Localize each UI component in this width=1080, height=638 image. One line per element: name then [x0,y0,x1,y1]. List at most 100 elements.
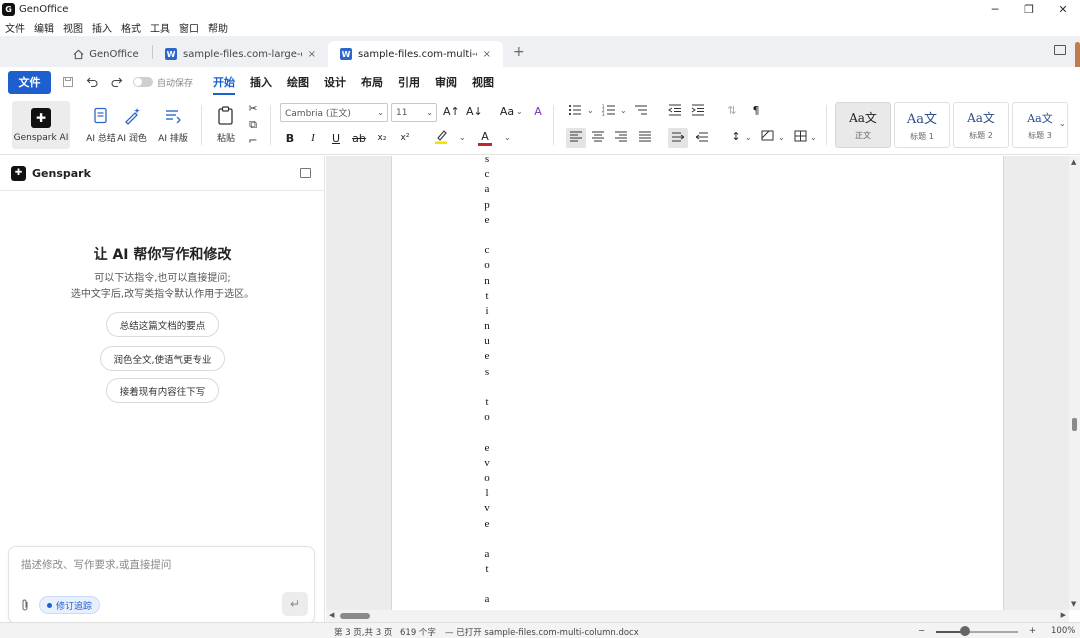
document-canvas[interactable]: scapecontinuestoevolveata [326,156,1069,610]
font-color-button[interactable]: A [478,130,492,146]
ribbon-tab-layout[interactable]: 布局 [361,74,383,90]
chevron-down-icon[interactable]: ⌄ [516,107,523,116]
style-heading-2[interactable]: Aa文 标题 2 [953,102,1009,148]
chevron-down-icon[interactable]: ⌄ [459,133,466,142]
file-button[interactable]: 文件 [8,70,51,94]
ribbon-tab-review[interactable]: 审阅 [435,74,457,90]
chevron-down-icon[interactable]: ⌄ [587,106,594,115]
cut-icon[interactable]: ✂ [245,102,261,115]
scroll-right-icon[interactable]: ▶ [1061,611,1066,619]
tab-close-icon[interactable]: × [308,49,316,60]
zoom-in-button[interactable]: + [1029,626,1036,636]
menu-insert[interactable]: 插入 [92,20,112,35]
ribbon-tab-insert[interactable]: 插入 [250,74,272,90]
undo-icon[interactable] [85,75,99,89]
superscript-button[interactable]: x² [397,133,413,143]
strikethrough-button[interactable]: ab [351,132,367,145]
menu-view[interactable]: 视图 [63,20,83,35]
bold-button[interactable]: B [282,132,298,145]
chevron-down-icon[interactable]: ⌄ [778,133,785,142]
ltr-direction-button[interactable] [668,128,688,148]
scroll-left-icon[interactable]: ◀ [329,611,334,619]
style-normal[interactable]: Aa文 正文 [835,102,891,148]
chevron-down-icon[interactable]: ⌄ [504,133,511,142]
copy-icon[interactable]: ⧉ [245,118,261,132]
save-icon[interactable] [61,75,75,89]
show-formatting-icon[interactable]: ¶ [748,104,764,117]
shading-icon[interactable] [759,130,775,144]
multilevel-list-icon[interactable] [633,104,649,119]
zoom-slider-handle[interactable] [959,626,970,636]
ai-layout-button[interactable]: AI 排版 [144,101,202,149]
minimize-button[interactable]: ─ [978,0,1012,18]
ribbon-tab-draw[interactable]: 绘图 [287,74,309,90]
highlighter-icon[interactable] [433,128,449,147]
change-case-icon[interactable]: Aa [499,105,515,118]
chevron-down-icon[interactable]: ⌄ [745,133,752,142]
clear-format-icon[interactable]: A [530,105,546,118]
font-name-select[interactable]: Cambria (正文) ⌄ [280,103,388,122]
new-tab-button[interactable]: + [513,44,525,60]
suggestion-chip-continue[interactable]: 接着现有内容往下写 [106,378,219,403]
shrink-font-icon[interactable]: A↓ [466,105,483,118]
font-size-select[interactable]: 11 ⌄ [391,103,437,122]
subscript-button[interactable]: x₂ [374,133,390,143]
italic-button[interactable]: I [305,132,321,144]
menu-file[interactable]: 文件 [5,20,25,35]
menu-tools[interactable]: 工具 [150,20,170,35]
restore-button[interactable]: ❐ [1012,0,1046,18]
close-button[interactable]: ✕ [1046,0,1080,18]
ribbon-tab-references[interactable]: 引用 [398,74,420,90]
menu-edit[interactable]: 编辑 [34,20,54,35]
ribbon-tab-view[interactable]: 视图 [472,74,494,90]
track-changes-toggle[interactable]: 修订追踪 [39,596,101,614]
zoom-slider[interactable] [936,631,1018,633]
scroll-down-icon[interactable]: ▼ [1071,600,1076,608]
suggestion-chip-polish[interactable]: 润色全文,使语气更专业 [100,346,225,371]
format-painter-icon[interactable]: ⌐ [245,134,261,147]
justify-button[interactable] [637,131,653,145]
ribbon-tab-home[interactable]: 开始 [213,74,236,95]
grow-font-icon[interactable]: A↑ [443,105,460,118]
suggestion-chip-summarize[interactable]: 总结这篇文档的要点 [106,312,219,337]
ribbon-tab-design[interactable]: 设计 [324,74,346,90]
tab-close-icon[interactable]: × [483,49,491,60]
prompt-input-box[interactable]: 描述修改、写作要求,或直接提问 修订追踪 ↵ [8,546,315,624]
align-center-button[interactable] [590,131,606,145]
vertical-scrollbar[interactable]: ▲ ▼ [1069,156,1080,610]
scroll-up-icon[interactable]: ▲ [1071,158,1076,166]
document-page[interactable]: scapecontinuestoevolveata [391,156,1004,610]
horizontal-scrollbar[interactable]: ◀ ▶ [326,610,1069,622]
bullet-list-icon[interactable] [567,104,583,119]
line-spacing-icon[interactable]: ↕ [728,130,744,143]
vertical-scroll-thumb[interactable] [1072,418,1077,431]
align-right-button[interactable] [613,131,629,145]
autosave-toggle[interactable] [133,77,153,87]
increase-indent-icon[interactable] [690,104,706,119]
sort-icon[interactable]: ⇅ [724,104,740,117]
panel-toggle-icon[interactable] [1054,45,1066,55]
borders-icon[interactable] [792,130,808,145]
rtl-direction-button[interactable] [694,131,710,145]
tab-home[interactable]: GenOffice [60,41,152,67]
menu-help[interactable]: 帮助 [208,20,228,35]
chevron-down-icon[interactable]: ⌄ [810,133,817,142]
send-button[interactable]: ↵ [282,592,308,616]
align-left-button[interactable] [566,128,586,148]
attach-icon[interactable] [20,599,30,615]
styles-more-icon[interactable]: ⌄ [1059,119,1066,128]
chevron-down-icon[interactable]: ⌄ [620,106,627,115]
zoom-out-button[interactable]: − [918,626,925,636]
horizontal-scroll-thumb[interactable] [340,613,370,619]
collapse-panel-icon[interactable] [300,168,311,178]
redo-icon[interactable] [109,75,123,89]
tab-document-large[interactable]: W sample-files.com-large-docu… × [153,41,328,67]
style-heading-1[interactable]: Aa文 标题 1 [894,102,950,148]
menu-format[interactable]: 格式 [121,20,141,35]
numbered-list-icon[interactable]: 123 [601,104,617,119]
decrease-indent-icon[interactable] [667,104,683,119]
genspark-ai-button[interactable]: ✚ Genspark AI [12,101,70,149]
tab-document-multi-column[interactable]: W sample-files.com-multi-colu… × [328,41,503,67]
menu-window[interactable]: 窗口 [179,20,199,35]
underline-button[interactable]: U [328,132,344,145]
